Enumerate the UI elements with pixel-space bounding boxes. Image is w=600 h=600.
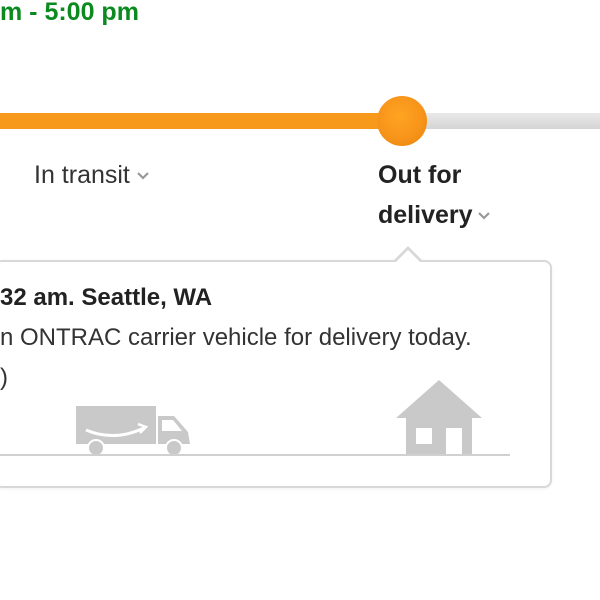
stage-out-for-delivery[interactable]: Out for delivery xyxy=(378,155,491,235)
event-extra-text: ) xyxy=(0,364,8,391)
chevron-down-icon xyxy=(477,212,490,220)
progress-bar-remaining xyxy=(404,113,600,129)
chevron-down-icon xyxy=(137,172,149,180)
delivery-time-window: m - 5:00 pm xyxy=(0,0,139,26)
progress-current-marker xyxy=(377,96,427,146)
delivery-truck-icon xyxy=(76,406,190,457)
stage-in-transit[interactable]: In transit xyxy=(34,155,150,195)
house-icon xyxy=(396,380,482,456)
stage-in-transit-label: In transit xyxy=(34,161,130,189)
stage-out-for-delivery-label-line1: Out for xyxy=(378,161,462,189)
event-description: n ONTRAC carrier vehicle for delivery to… xyxy=(0,324,472,351)
event-time-location: 32 am. Seattle, WA xyxy=(0,284,213,311)
ground-line xyxy=(0,454,510,456)
progress-bar-filled xyxy=(0,113,404,129)
stage-out-for-delivery-label-line2: delivery xyxy=(378,201,473,229)
